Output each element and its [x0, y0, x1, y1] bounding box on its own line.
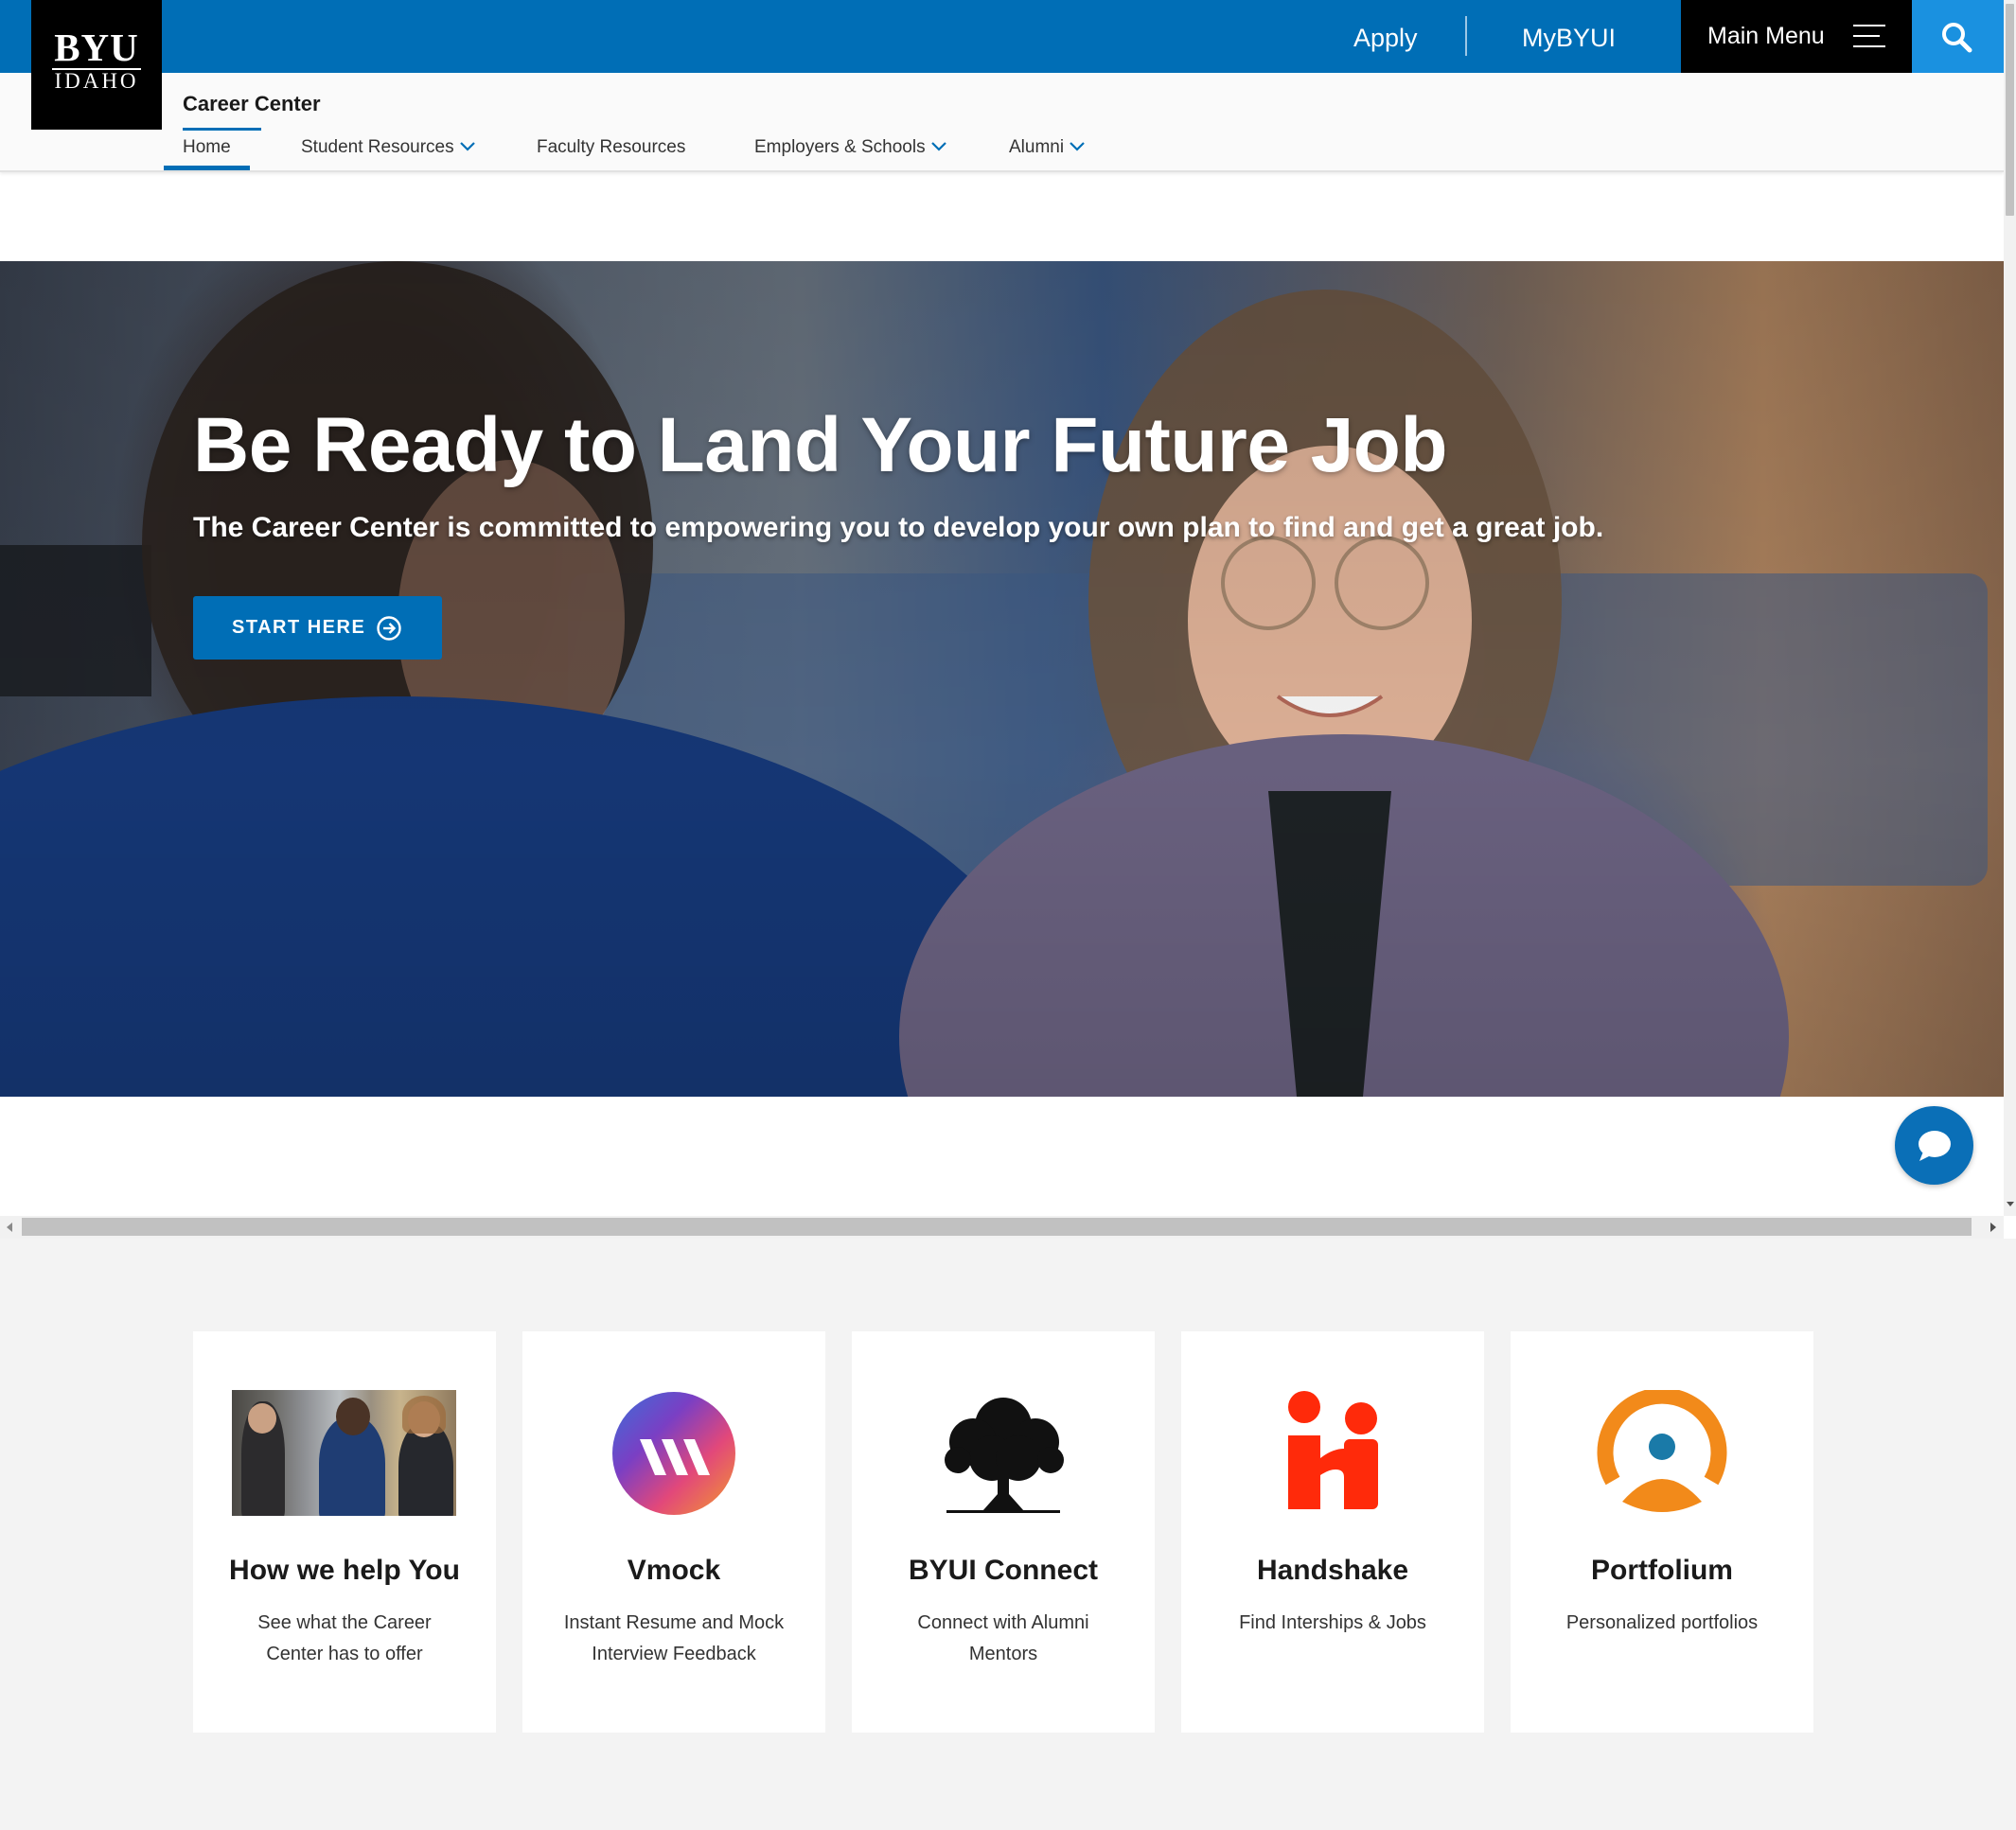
top-divider: [1465, 16, 1467, 56]
hero-overlay: [0, 261, 2004, 1097]
nav-item-alumni[interactable]: Alumni: [1009, 137, 1086, 158]
chevron-down-icon: [930, 142, 946, 151]
start-here-button[interactable]: START HERE: [193, 596, 442, 660]
card-description: See what the Career Center has to offer: [257, 1612, 432, 1664]
scroll-right-arrow[interactable]: [1990, 1223, 1996, 1232]
vertical-scrollbar[interactable]: [2004, 0, 2016, 1216]
nav-item-home[interactable]: Home: [183, 137, 231, 158]
card-description: Instant Resume and Mock Interview Feedba…: [563, 1612, 785, 1664]
card-media: [1181, 1390, 1484, 1517]
site-title-underline: [183, 128, 261, 131]
logo-byu-text: BYU: [54, 26, 139, 69]
card-description: Personalized portfolios: [1565, 1612, 1759, 1633]
portfolium-logo: [1597, 1387, 1727, 1512]
chat-bubble-icon: [1919, 1131, 1951, 1161]
horizontal-scroll-thumb[interactable]: [22, 1218, 1972, 1236]
chevron-down-icon: [459, 142, 475, 151]
chevron-down-icon: [1070, 142, 1085, 151]
resource-cards: How we help You See what the Career Cent…: [0, 1239, 2016, 1830]
scroll-left-arrow[interactable]: [7, 1223, 12, 1232]
vertical-scroll-thumb[interactable]: [2006, 4, 2014, 216]
card-portfolium[interactable]: Portfolium Personalized portfolios: [1511, 1331, 1813, 1733]
arrow-circle-right-icon: [377, 616, 401, 641]
active-nav-indicator: [164, 166, 250, 170]
horizontal-scrollbar[interactable]: [0, 1216, 2004, 1239]
apply-link[interactable]: Apply: [1353, 0, 1418, 73]
nav-item-label: Student Resources: [301, 137, 454, 157]
site-navigation: Career Center Home Student Resources Fac…: [0, 73, 2004, 172]
hero-banner: Be Ready to Land Your Future Job The Car…: [0, 261, 2004, 1097]
card-byui-connect[interactable]: BYUI Connect Connect with Alumni Mentors: [852, 1331, 1155, 1733]
vmock-logo: [612, 1392, 735, 1515]
card-media: [1511, 1387, 1813, 1517]
logo-idaho-text: IDAHO: [54, 69, 139, 93]
start-here-label: START HERE: [232, 617, 366, 638]
search-icon: [1942, 23, 1972, 53]
site-title[interactable]: Career Center: [183, 92, 321, 116]
card-vmock[interactable]: Vmock Instant Resume and Mock Interview …: [522, 1331, 825, 1733]
nav-item-student-resources[interactable]: Student Resources: [301, 137, 476, 158]
top-bar: Apply MyBYUI Main Menu: [0, 0, 2004, 73]
nav-item-employers-schools[interactable]: Employers & Schools: [754, 137, 947, 158]
hamburger-icon: [1853, 25, 1885, 47]
card-handshake[interactable]: Handshake Find Interships & Jobs: [1181, 1331, 1484, 1733]
nav-item-label: Employers & Schools: [754, 137, 926, 157]
nav-item-label: Home: [183, 137, 231, 157]
students-photo: [232, 1390, 456, 1516]
main-menu-button[interactable]: Main Menu: [1681, 0, 1912, 73]
hero-title: Be Ready to Land Your Future Job: [193, 402, 1448, 488]
scroll-down-arrow[interactable]: [2007, 1202, 2014, 1206]
byu-idaho-logo[interactable]: BYU IDAHO: [31, 0, 162, 130]
card-title: Vmock: [627, 1555, 721, 1586]
card-media: [193, 1390, 496, 1517]
hero-subtitle: The Career Center is committed to empowe…: [193, 512, 1604, 543]
card-title: Handshake: [1256, 1555, 1409, 1586]
chat-button[interactable]: [1895, 1106, 1973, 1185]
card-title: How we help You: [229, 1555, 460, 1586]
search-button[interactable]: [1912, 0, 2004, 73]
main-menu-label: Main Menu: [1707, 23, 1825, 49]
handshake-logo: [1288, 1391, 1378, 1509]
card-media: [522, 1390, 825, 1517]
card-description: Connect with Alumni Mentors: [917, 1612, 1089, 1664]
nav-item-label: Alumni: [1009, 137, 1065, 157]
card-description: Find Interships & Jobs: [1239, 1612, 1426, 1633]
nav-item-faculty-resources[interactable]: Faculty Resources: [537, 137, 685, 158]
card-title: Portfolium: [1591, 1555, 1733, 1586]
tree-icon: [945, 1398, 1064, 1513]
mybyui-link[interactable]: MyBYUI: [1522, 0, 1616, 73]
card-title: BYUI Connect: [908, 1555, 1098, 1586]
card-media: [852, 1390, 1155, 1517]
card-how-we-help[interactable]: How we help You See what the Career Cent…: [193, 1331, 496, 1733]
nav-item-label: Faculty Resources: [537, 137, 686, 157]
